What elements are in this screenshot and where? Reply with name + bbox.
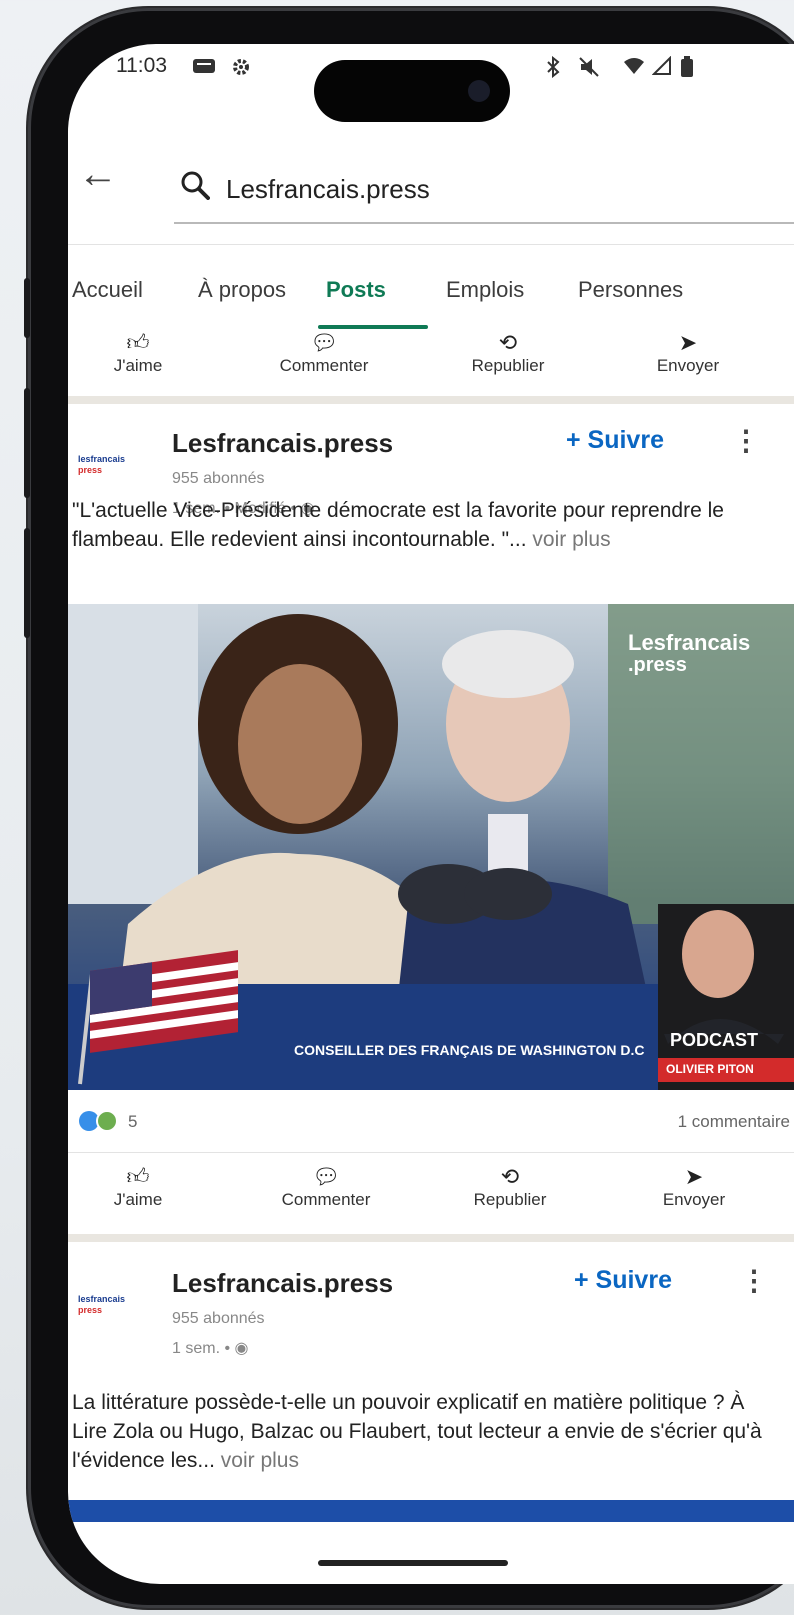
repost-button[interactable]: ⟲ Republier <box>438 330 578 376</box>
post-text: La littérature possède-t-elle un pouvoir… <box>72 1388 784 1475</box>
like-button[interactable]: 👍︎ J'aime <box>68 330 208 376</box>
image-person-right-hair <box>442 630 574 698</box>
comment-icon: 💬︎ <box>312 1164 340 1189</box>
post-meta: 1 sem. • ◉ <box>172 1338 248 1358</box>
next-post-image-edge <box>68 1500 794 1522</box>
image-brand-line1: Lesfrancais <box>628 630 751 655</box>
search-input[interactable]: Lesfrancais.press <box>226 174 430 205</box>
tab-a-propos[interactable]: À propos <box>198 277 286 303</box>
post-text: "L'actuelle Vice-Présidente démocrate es… <box>72 496 784 554</box>
post-actions: 👍︎ J'aime 💬︎ Commenter ⟲ Republier ➤ Envoyer <box>68 1164 794 1224</box>
image-background-left <box>68 604 198 904</box>
more-options-icon[interactable]: ⋮ <box>732 424 760 457</box>
side-button-action <box>24 278 30 338</box>
reactions-icon[interactable] <box>78 1110 122 1137</box>
follower-count: 955 abonnés <box>172 1310 265 1327</box>
post-stats: 5 1 commentaire <box>68 1096 794 1146</box>
comment-icon: 💬︎ <box>310 330 338 355</box>
side-button-volume-up <box>24 388 30 498</box>
image-banner-text: CONSEILLER DES FRANÇAIS DE WASHINGTON D.… <box>294 1042 645 1058</box>
reaction-bubbles-icon <box>79 1110 118 1132</box>
repost-icon: ⟲ <box>498 330 518 355</box>
logo-text: lesfrancais <box>78 1294 126 1304</box>
tab-accueil[interactable]: Accueil <box>72 277 143 303</box>
send-label: Envoyer <box>662 1190 726 1209</box>
send-icon: ➤ <box>684 1164 704 1189</box>
more-options-icon[interactable]: ⋮ <box>740 1264 768 1297</box>
thumbs-up-icon: 👍︎ <box>126 330 150 355</box>
globe-icon: ◉ <box>234 1340 249 1357</box>
tab-posts[interactable]: Posts <box>326 277 386 303</box>
send-label: Envoyer <box>656 356 720 375</box>
send-button[interactable]: ➤ Envoyer <box>618 330 758 376</box>
follow-button[interactable]: + Suivre <box>574 1266 672 1295</box>
stats-divider <box>68 1152 794 1153</box>
repost-button[interactable]: ⟲ Republier <box>440 1164 580 1210</box>
follow-button[interactable]: + Suivre <box>566 426 664 455</box>
comment-label: Commenter <box>281 1190 371 1209</box>
back-arrow-icon[interactable]: ← <box>78 152 118 197</box>
status-time: 11:03 <box>116 54 167 77</box>
author-name[interactable]: Lesfrancais.press <box>172 428 393 459</box>
tab-bar: Accueil À propos Posts Emplois Personnes <box>68 244 794 329</box>
active-tab-indicator <box>318 325 428 329</box>
battery-icon <box>681 56 693 77</box>
search-row: ← Lesfrancais.press <box>68 124 794 244</box>
comment-count[interactable]: 1 commentaire <box>678 1112 790 1132</box>
podcast-host-face <box>682 910 754 998</box>
signal-icon <box>652 56 671 75</box>
thumbs-up-icon: 👍︎ <box>126 1164 150 1189</box>
send-button[interactable]: ➤ Envoyer <box>624 1164 764 1210</box>
logo-subtext: press <box>78 465 103 475</box>
search-underline <box>174 222 794 224</box>
follower-count: 955 abonnés <box>172 470 265 487</box>
tab-personnes[interactable]: Personnes <box>578 277 683 303</box>
app-screen: 11:03 ← Lesfrancais.press Accueil À prop… <box>68 44 794 1584</box>
logo-subtext: press <box>78 1305 103 1315</box>
bluetooth-icon <box>547 56 560 78</box>
like-button[interactable]: 👍︎ J'aime <box>68 1164 208 1210</box>
image-person-left-face <box>238 664 362 824</box>
search-icon <box>181 171 210 200</box>
reactions-count: 5 <box>128 1112 138 1131</box>
see-more-link[interactable]: voir plus <box>221 1449 299 1472</box>
post-body: "L'actuelle Vice-Présidente démocrate es… <box>72 499 724 551</box>
wifi-icon <box>624 58 644 74</box>
like-label: J'aime <box>113 1190 163 1209</box>
tab-emplois[interactable]: Emplois <box>446 277 524 303</box>
dynamic-island <box>314 60 510 122</box>
post-divider <box>68 1234 794 1242</box>
settings-icon <box>233 59 249 75</box>
company-logo[interactable]: lesfrancais press <box>78 454 140 476</box>
post-image[interactable]: Lesfrancais .press CONSEILLER DES FRANÇA… <box>68 604 794 1090</box>
logo-text: lesfrancais <box>78 454 126 464</box>
image-podcast-label: PODCAST <box>670 1030 759 1050</box>
comment-button[interactable]: 💬︎ Commenter <box>254 330 394 376</box>
front-camera <box>468 80 490 102</box>
like-label: J'aime <box>113 356 163 375</box>
repost-label: Republier <box>473 1190 547 1209</box>
post-meta-text: 1 sem. • <box>172 1340 231 1357</box>
send-icon: ➤ <box>678 330 698 355</box>
home-indicator[interactable] <box>318 1560 508 1566</box>
image-brand-line2: .press <box>628 654 687 676</box>
post-body: La littérature possède-t-elle un pouvoir… <box>72 1391 762 1472</box>
post-actions-top: 👍︎ J'aime 💬︎ Commenter ⟲ Republier ➤ Envoyer <box>68 330 794 390</box>
repost-icon: ⟲ <box>500 1164 520 1189</box>
see-more-link[interactable]: voir plus <box>532 528 610 551</box>
author-name[interactable]: Lesfrancais.press <box>172 1268 393 1299</box>
side-button-volume-down <box>24 528 30 638</box>
image-host-name: OLIVIER PITON <box>666 1062 754 1076</box>
image-microphone-2 <box>464 868 552 920</box>
comment-label: Commenter <box>279 356 369 375</box>
mute-icon <box>579 57 599 77</box>
repost-label: Republier <box>471 356 545 375</box>
company-logo[interactable]: lesfrancais press <box>78 1294 140 1316</box>
message-icon <box>193 59 215 73</box>
post-divider <box>68 396 794 404</box>
comment-button[interactable]: 💬︎ Commenter <box>256 1164 396 1210</box>
